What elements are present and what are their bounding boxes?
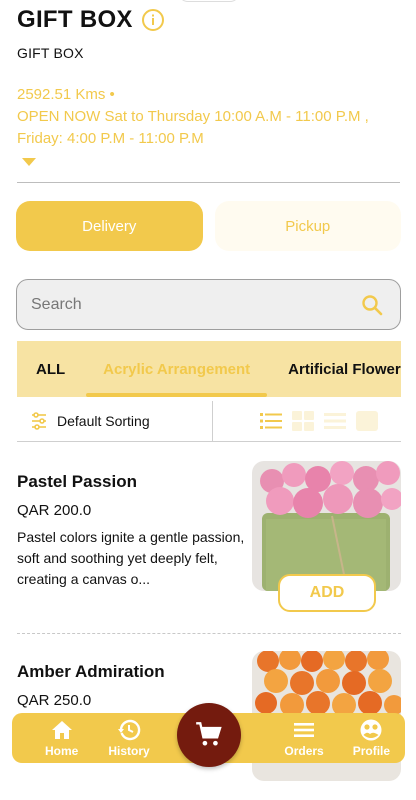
pickup-tab[interactable]: Pickup [214, 201, 401, 251]
divider [17, 633, 401, 634]
nav-orders-label: Orders [284, 744, 324, 758]
order-mode-tabs: Delivery Pickup [16, 201, 401, 251]
orders-menu-icon [294, 723, 315, 737]
sort-label: Default Sorting [57, 413, 150, 429]
search-bar [16, 279, 401, 330]
product-card[interactable]: Pastel Passion QAR 200.0 Pastel colors i… [17, 461, 401, 612]
top-pull-tab [178, 0, 240, 2]
sort-button[interactable]: Default Sorting [17, 401, 213, 441]
nav-history-label: History [108, 744, 150, 758]
sort-toolbar: Default Sorting [17, 401, 401, 441]
product-card[interactable]: Amber Admiration QAR 250.0 [17, 651, 401, 781]
view-toggle-group [213, 401, 401, 441]
history-icon [117, 719, 141, 741]
category-acrylic-arrangement[interactable]: Acrylic Arrangement [84, 341, 269, 397]
nav-orders[interactable]: Orders [270, 718, 337, 758]
list-view-icon[interactable] [259, 410, 283, 432]
product-image [252, 461, 401, 591]
store-meta: 2592.51 Kms • OPEN NOW Sat to Thursday 1… [17, 84, 400, 166]
delivery-tab[interactable]: Delivery [16, 201, 203, 251]
cart-icon [196, 722, 222, 746]
search-input[interactable] [31, 295, 360, 314]
home-icon [51, 721, 72, 739]
divider [17, 182, 400, 183]
nav-profile[interactable]: Profile [338, 718, 405, 758]
nav-history[interactable]: History [95, 718, 162, 758]
nav-profile-label: Profile [352, 744, 391, 758]
info-icon[interactable] [141, 8, 165, 32]
cart-button[interactable] [177, 703, 241, 767]
profile-icon [360, 719, 382, 741]
add-button[interactable]: ADD [278, 574, 376, 612]
category-tabs: ALL Acrylic Arrangement Artificial Flowe… [17, 341, 401, 397]
search-icon[interactable] [360, 293, 384, 317]
nav-home-label: Home [44, 744, 79, 758]
product-description: Pastel colors ignite a gentle passion, s… [17, 529, 245, 587]
divider [17, 441, 401, 442]
store-hours: OPEN NOW Sat to Thursday 10:00 A.M - 11:… [17, 108, 369, 147]
nav-home[interactable]: Home [28, 718, 95, 758]
category-artificial-flowers[interactable]: Artificial Flowers [269, 341, 401, 397]
tile-view-icon[interactable] [355, 410, 379, 432]
store-distance: 2592.51 Kms • [17, 86, 115, 103]
grid-view-icon[interactable] [291, 410, 315, 432]
store-header: GIFT BOX GIFT BOX [17, 4, 400, 61]
compact-list-icon[interactable] [323, 410, 347, 432]
category-all[interactable]: ALL [17, 341, 84, 397]
store-title: GIFT BOX [17, 6, 133, 33]
store-subtitle: GIFT BOX [17, 45, 84, 61]
expand-caret-icon[interactable] [22, 158, 36, 166]
sliders-icon [32, 412, 46, 430]
